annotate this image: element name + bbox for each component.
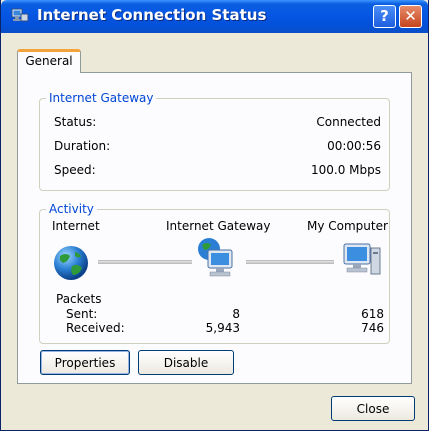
internet-gateway-label: Internet Gateway (166, 219, 271, 233)
disable-button[interactable]: Disable (138, 350, 234, 375)
internet-to-gateway-line (98, 260, 192, 264)
duration-value: 00:00:56 (327, 139, 381, 153)
globe-icon (52, 244, 90, 285)
speed-label: Speed: (54, 163, 96, 177)
general-tab-panel: Internet Gateway Status: Connected Durat… (17, 72, 412, 384)
duration-label: Duration: (54, 139, 111, 153)
gateway-received-value: 5,943 (205, 321, 240, 335)
status-value: Connected (316, 115, 381, 129)
connection-status-window: Internet Connection Status ? ✕ General I… (0, 0, 429, 431)
packets-label: Packets (56, 292, 102, 306)
status-label: Status: (54, 115, 97, 129)
gateway-to-computer-line (246, 260, 334, 264)
computer-icon (342, 240, 382, 283)
gateway-sent-value: 8 (232, 307, 240, 321)
sent-label: Sent: (66, 307, 98, 321)
close-button[interactable]: Close (331, 396, 415, 421)
activity-legend: Activity (46, 202, 97, 216)
network-connection-icon (11, 8, 29, 24)
tab-general[interactable]: General (17, 49, 81, 73)
properties-button[interactable]: Properties (40, 350, 130, 375)
internet-gateway-legend: Internet Gateway (46, 91, 157, 105)
window-title: Internet Connection Status (37, 6, 267, 24)
my-computer-label: My Computer (307, 219, 388, 233)
speed-value: 100.0 Mbps (310, 163, 381, 177)
gateway-computer-icon (196, 236, 242, 285)
help-button[interactable]: ? (373, 5, 396, 28)
internet-label: Internet (52, 219, 100, 233)
title-bar[interactable]: Internet Connection Status ? ✕ (1, 0, 428, 33)
computer-sent-value: 618 (361, 307, 384, 321)
close-window-button[interactable]: ✕ (399, 5, 422, 28)
internet-gateway-group: Internet Gateway Status: Connected Durat… (39, 91, 390, 191)
computer-received-value: 746 (361, 321, 384, 335)
activity-group: Activity Internet Internet Gateway My Co… (39, 202, 390, 344)
received-label: Received: (66, 321, 125, 335)
